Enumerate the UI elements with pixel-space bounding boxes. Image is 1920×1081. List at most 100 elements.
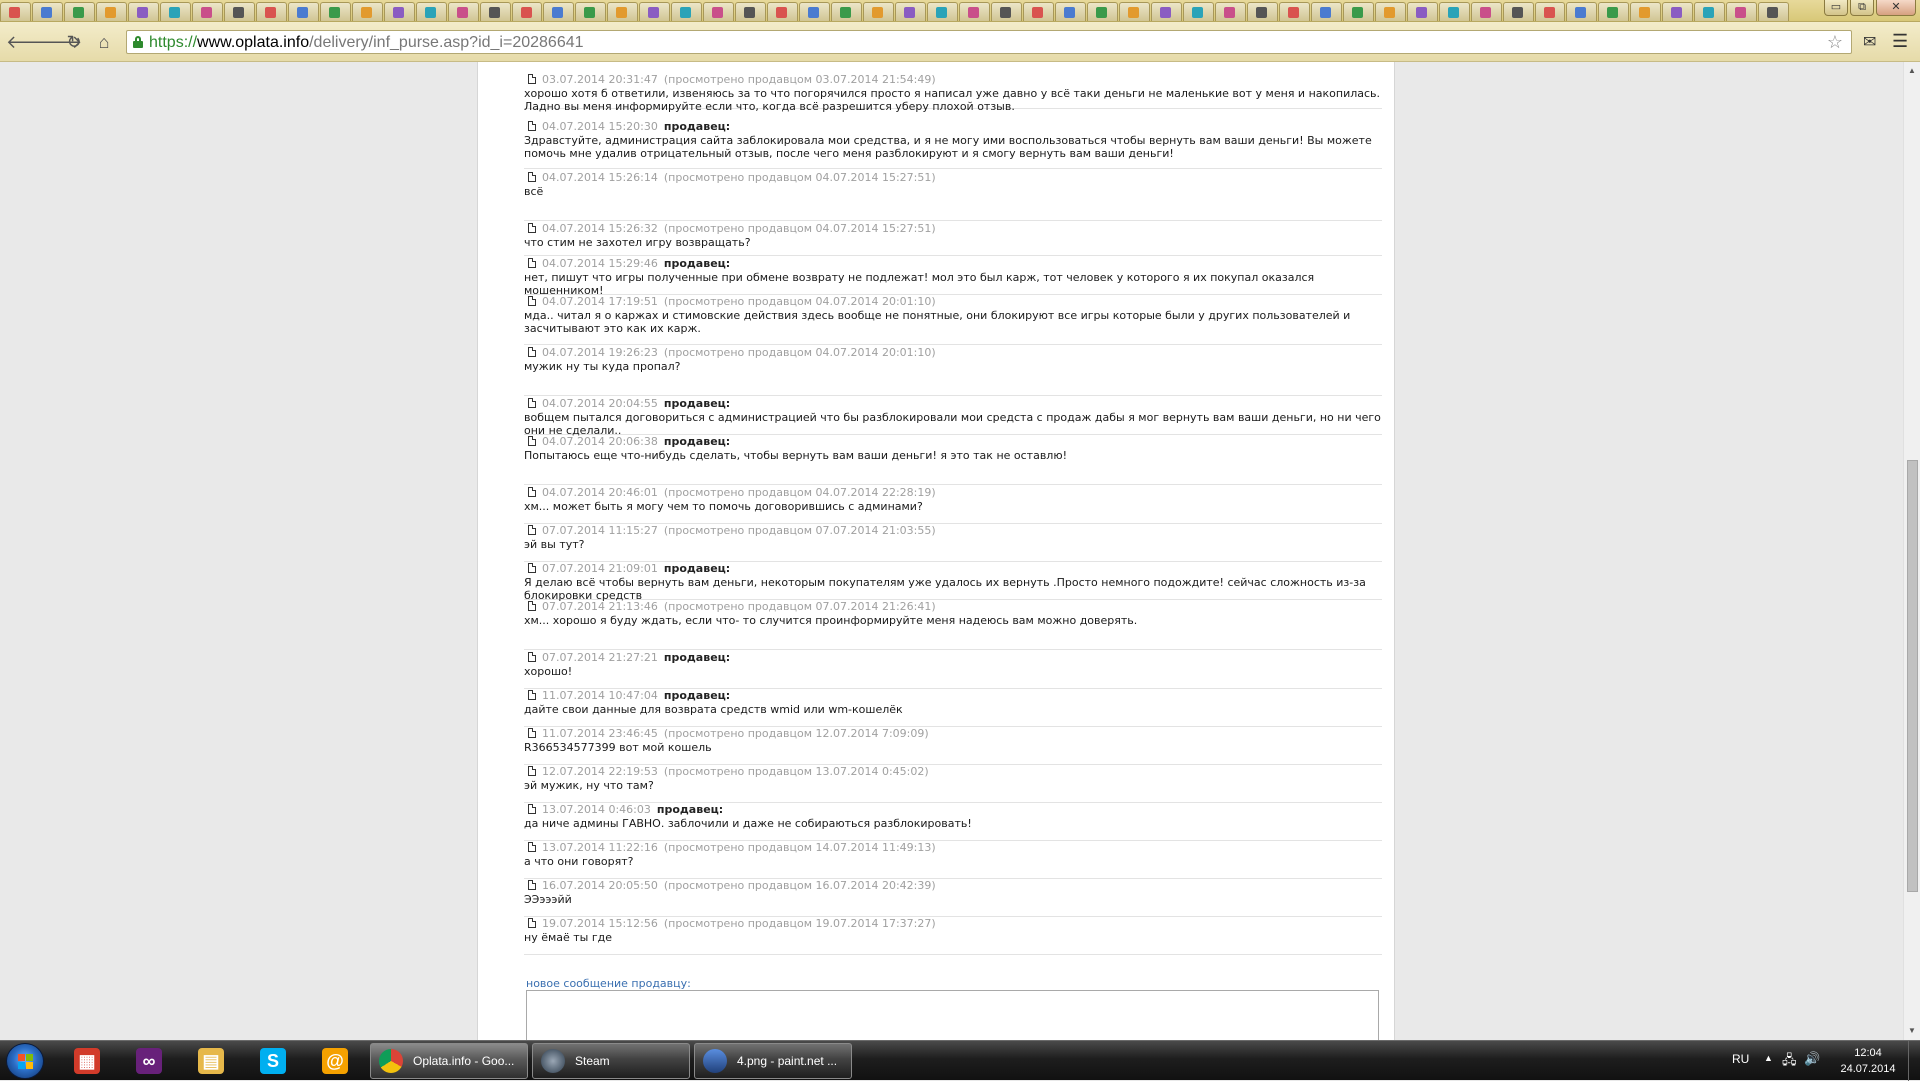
browser-tab[interactable]: [863, 2, 895, 21]
tab-favicon-icon: [1671, 7, 1683, 18]
browser-tab[interactable]: [1278, 2, 1310, 21]
browser-tab[interactable]: [1054, 2, 1086, 21]
menu-icon[interactable]: ☰: [1892, 31, 1908, 52]
browser-tab[interactable]: [607, 2, 639, 21]
taskbar-task-paintnet[interactable]: 4.png - paint.net ...: [694, 1043, 852, 1079]
url-text[interactable]: https://www.oplata.info/delivery/inf_pur…: [149, 34, 584, 52]
browser-tab[interactable]: [447, 2, 479, 21]
browser-tab[interactable]: [735, 2, 767, 21]
browser-tab[interactable]: [1694, 2, 1726, 21]
volume-icon[interactable]: 🔊: [1804, 1051, 1820, 1067]
tray-expand-icon[interactable]: ▲: [1764, 1053, 1773, 1063]
browser-tab[interactable]: [1598, 2, 1630, 21]
new-message-input[interactable]: [526, 990, 1379, 1040]
mail-extension-icon[interactable]: ✉: [1863, 32, 1876, 52]
browser-tab[interactable]: [1310, 2, 1342, 21]
browser-tab[interactable]: [1534, 2, 1566, 21]
browser-tab[interactable]: [991, 2, 1022, 21]
tab-favicon-icon: [648, 7, 660, 18]
browser-tab[interactable]: [479, 2, 511, 21]
browser-tab[interactable]: [1182, 2, 1214, 21]
message-header: 11.07.2014 23:46:45 (просмотрено продавцо…: [524, 727, 1382, 741]
browser-tab[interactable]: [159, 2, 191, 21]
browser-tab[interactable]: [191, 2, 223, 21]
star-icon[interactable]: ☆: [1827, 32, 1843, 53]
browser-tab[interactable]: [1438, 2, 1470, 21]
browser-tab[interactable]: [1502, 2, 1534, 21]
forward-icon[interactable]: 🡒: [34, 32, 82, 52]
network-icon[interactable]: 🖧: [1782, 1051, 1797, 1073]
browser-tab[interactable]: [31, 2, 63, 21]
browser-tab[interactable]: [287, 2, 319, 21]
taskbar-pin[interactable]: S: [246, 1045, 300, 1077]
taskbar-task-chrome[interactable]: Oplata.info - Goo...: [370, 1043, 528, 1079]
browser-tab[interactable]: [511, 2, 543, 21]
browser-tab[interactable]: [127, 2, 159, 21]
taskbar-pin[interactable]: ▤: [184, 1045, 238, 1077]
document-icon: [528, 880, 536, 890]
browser-tab[interactable]: [1086, 2, 1118, 21]
browser-tab[interactable]: [1406, 2, 1438, 21]
browser-tab[interactable]: [383, 2, 415, 21]
browser-tab[interactable]: [1214, 2, 1246, 21]
browser-tab[interactable]: [1566, 2, 1598, 21]
restore-button[interactable]: ⧉: [1850, 0, 1874, 16]
browser-tab[interactable]: [415, 2, 447, 21]
browser-tab[interactable]: [1662, 2, 1694, 21]
start-button[interactable]: [6, 1043, 44, 1079]
browser-tab[interactable]: [1150, 2, 1182, 21]
message-item: 19.07.2014 15:12:56 (просмотрено продавцо…: [524, 917, 1382, 955]
browser-tab[interactable]: [319, 2, 351, 21]
browser-tab[interactable]: [1118, 2, 1150, 21]
browser-tab[interactable]: [63, 2, 95, 21]
browser-tab[interactable]: [671, 2, 703, 21]
browser-tab[interactable]: [799, 2, 831, 21]
browser-tab[interactable]: [1374, 2, 1406, 21]
tab-favicon-icon: [936, 7, 948, 18]
taskbar-pin[interactable]: @: [308, 1045, 362, 1077]
message-date: 04.07.2014 15:26:32: [542, 222, 658, 235]
browser-tab[interactable]: [1630, 2, 1662, 21]
taskbar-pin[interactable]: ▦: [60, 1045, 114, 1077]
scroll-down-icon[interactable]: ▼: [1907, 1026, 1917, 1035]
browser-tab[interactable]: [1726, 2, 1758, 21]
browser-tab[interactable]: [895, 2, 927, 21]
address-bar[interactable]: https://www.oplata.info/delivery/inf_pur…: [126, 30, 1852, 54]
back-icon[interactable]: 🡐: [6, 32, 54, 52]
close-button[interactable]: ✕: [1876, 0, 1916, 16]
browser-tab[interactable]: [639, 2, 671, 21]
browser-tab[interactable]: [543, 2, 575, 21]
browser-tab[interactable]: [1342, 2, 1374, 21]
show-desktop-button[interactable]: [1908, 1041, 1920, 1081]
browser-tab[interactable]: [1023, 2, 1054, 21]
home-icon[interactable]: ⌂: [94, 32, 114, 52]
browser-tab[interactable]: [223, 2, 255, 21]
vertical-scrollbar[interactable]: ▲ ▼: [1903, 62, 1920, 1040]
browser-tab[interactable]: [831, 2, 863, 21]
taskbar-task-steam[interactable]: Steam: [532, 1043, 690, 1079]
minimize-button[interactable]: ▭: [1824, 0, 1848, 16]
message-item: 04.07.2014 15:26:14 (просмотрено продавцо…: [524, 171, 1382, 221]
browser-tab[interactable]: [1470, 2, 1502, 21]
browser-tab[interactable]: [255, 2, 287, 21]
scroll-up-icon[interactable]: ▲: [1907, 66, 1917, 75]
browser-tab[interactable]: [959, 2, 991, 21]
browser-tab[interactable]: [575, 2, 607, 21]
browser-tab[interactable]: [0, 2, 31, 21]
browser-tab[interactable]: [351, 2, 383, 21]
browser-tab[interactable]: [767, 2, 799, 21]
message-date: 13.07.2014 11:22:16: [542, 841, 658, 854]
visual-studio-icon: ∞: [136, 1048, 162, 1074]
browser-tab[interactable]: [927, 2, 959, 21]
reload-icon[interactable]: ↻: [64, 32, 84, 52]
browser-tab[interactable]: [1246, 2, 1278, 21]
browser-tab[interactable]: [95, 2, 127, 21]
scrollbar-thumb[interactable]: [1907, 460, 1918, 892]
message-date: 04.07.2014 20:46:01: [542, 486, 658, 499]
taskbar-pin[interactable]: ∞: [122, 1045, 176, 1077]
language-indicator[interactable]: RU: [1732, 1052, 1762, 1066]
clock[interactable]: 12:04 24.07.2014: [1828, 1045, 1908, 1077]
browser-tab[interactable]: [703, 2, 735, 21]
browser-tab[interactable]: [1758, 2, 1790, 21]
taskbar-task-label: Steam: [575, 1054, 610, 1068]
